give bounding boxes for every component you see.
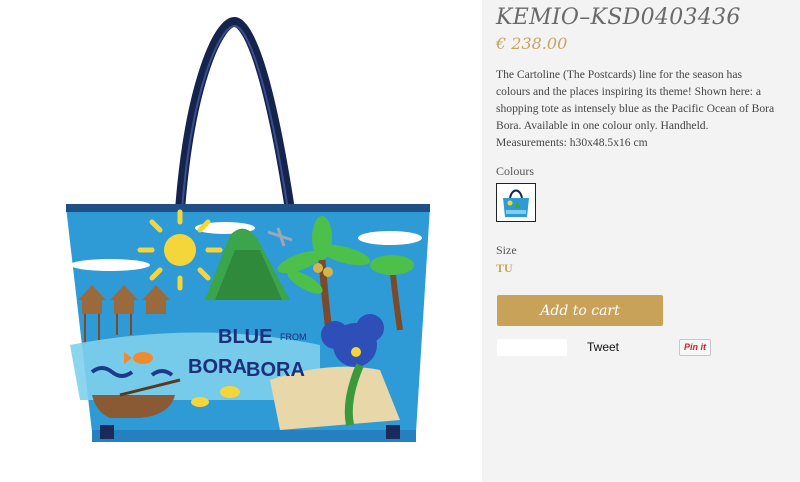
- tote-bag-image: BLUE FROM BORA BORA: [66, 17, 430, 442]
- colour-swatch[interactable]: [496, 183, 536, 222]
- product-image-panel[interactable]: BLUE FROM BORA BORA: [0, 0, 482, 482]
- bag-thumbnail-icon: [503, 189, 529, 217]
- add-to-cart-button[interactable]: Add to cart: [497, 295, 663, 326]
- size-label: Size: [496, 243, 517, 257]
- sun-graphic: [137, 209, 223, 291]
- pin-it-button[interactable]: Pin it: [679, 339, 711, 356]
- svg-text:BORA: BORA: [246, 359, 305, 381]
- product-title: KEMIO–KSD0403436: [496, 5, 741, 30]
- svg-text:BLUE: BLUE: [218, 326, 272, 348]
- size-value[interactable]: TU: [496, 261, 513, 276]
- svg-text:BORA: BORA: [188, 356, 247, 378]
- facebook-like-button[interactable]: [497, 339, 567, 356]
- colours-label: Colours: [496, 164, 535, 178]
- product-price: € 238.00: [496, 34, 568, 53]
- svg-text:FROM: FROM: [280, 332, 307, 342]
- product-description: The Cartoline (The Postcards) line for t…: [496, 68, 775, 149]
- tweet-button[interactable]: Tweet: [587, 340, 619, 354]
